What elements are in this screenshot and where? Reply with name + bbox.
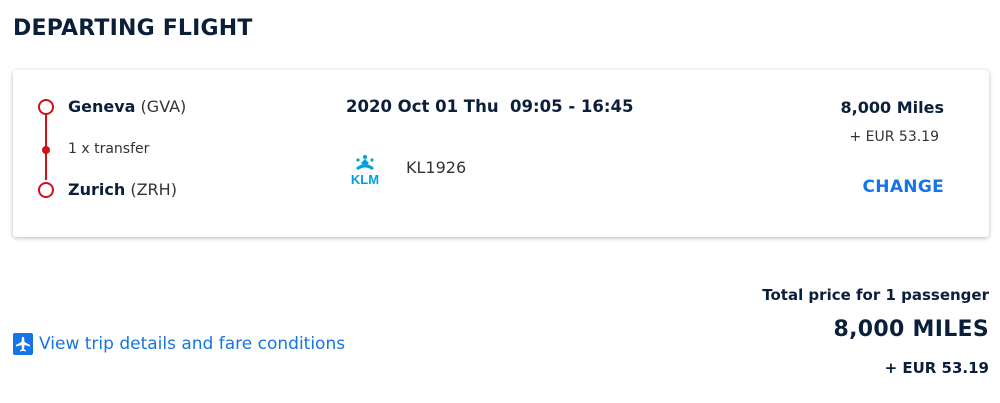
total-price-eur: + EUR 53.19 <box>884 359 989 377</box>
klm-logo-text: KLM <box>351 172 379 186</box>
origin-city: Geneva (GVA) <box>68 97 186 116</box>
destination-city: Zurich (ZRH) <box>68 180 177 199</box>
trip-details-link-label[interactable]: View trip details and fare conditions <box>39 334 345 354</box>
airplane-icon <box>13 333 33 355</box>
klm-crown-logo: KLM <box>351 155 379 186</box>
flight-price-miles: 8,000 Miles <box>840 98 944 117</box>
destination-stop-icon <box>38 182 54 198</box>
flight-price-eur: + EUR 53.19 <box>849 129 939 145</box>
transfer-dot-icon <box>42 146 50 154</box>
section-title: DEPARTING FLIGHT <box>13 16 253 41</box>
flight-card: Geneva (GVA) 1 x transfer Zurich (ZRH) 2… <box>13 70 989 237</box>
route-timeline: Geneva (GVA) 1 x transfer Zurich (ZRH) <box>37 94 277 214</box>
destination-city-name: Zurich <box>68 180 126 199</box>
total-price-label: Total price for 1 passenger <box>762 286 989 304</box>
destination-airport-code: (ZRH) <box>130 180 177 199</box>
origin-airport-code: (GVA) <box>140 97 187 116</box>
trip-details-link[interactable]: View trip details and fare conditions <box>13 333 345 355</box>
route-line <box>45 108 47 180</box>
flight-datetime: 2020 Oct 01 Thu 09:05 - 16:45 <box>346 97 634 116</box>
total-price-miles: 8,000 MILES <box>833 317 989 342</box>
flight-number: KL1926 <box>406 158 467 177</box>
origin-city-name: Geneva <box>68 97 136 116</box>
transfer-count: 1 x transfer <box>68 141 150 157</box>
origin-stop-icon <box>38 99 54 115</box>
change-flight-button[interactable]: CHANGE <box>863 177 944 197</box>
